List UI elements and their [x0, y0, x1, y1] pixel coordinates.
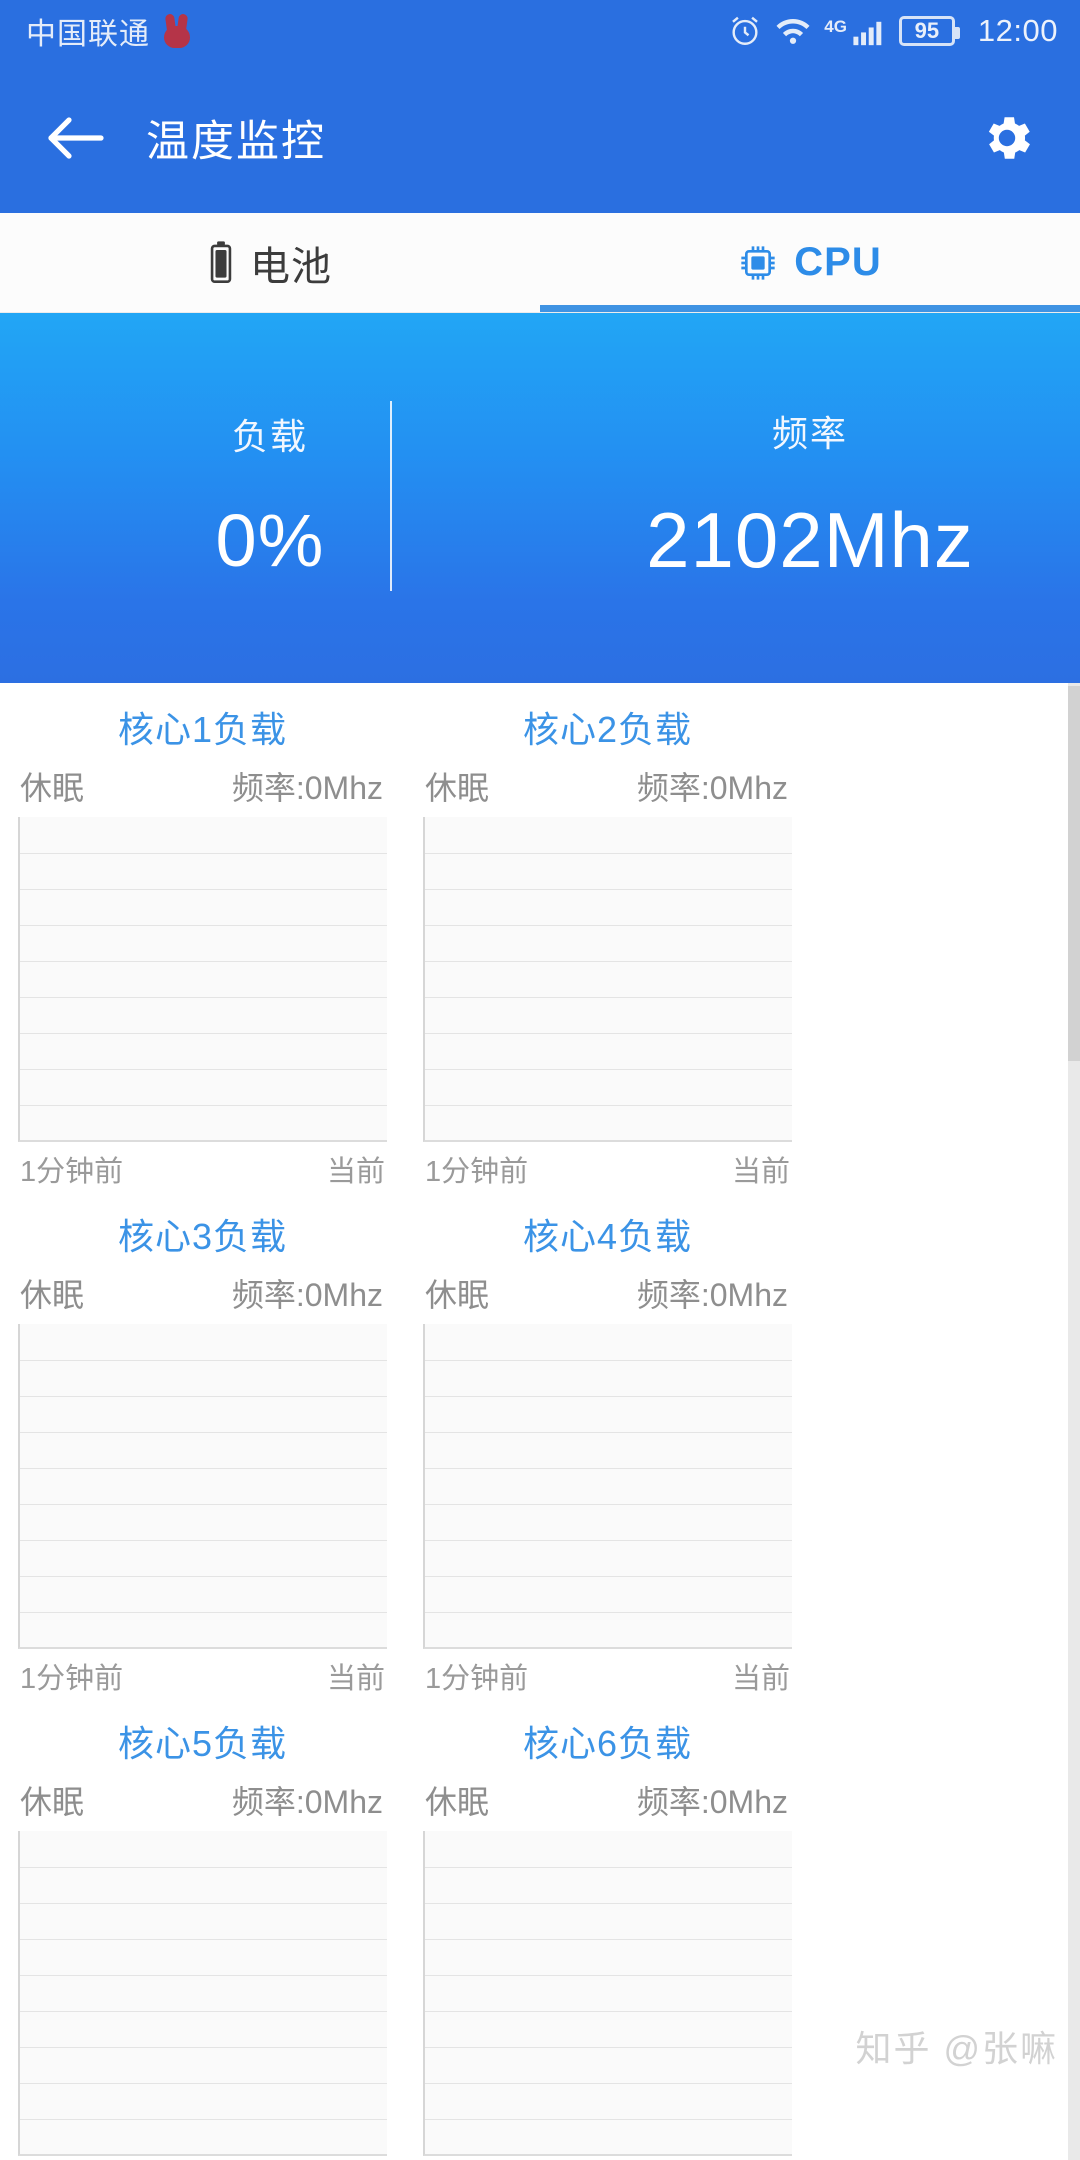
alarm-clock-icon — [732, 16, 759, 45]
core-list-scroll-area[interactable]: 核心1负载 休眠 频率:0Mhz 1分钟前 当前 核心2负载 休眠 频率:0Mhz 1分钟前 当前… — [0, 683, 1068, 2160]
core-frequency-label: 频率:0Mhz — [231, 1277, 383, 1313]
core-card: 核心6负载休眠 频率:0Mhz 1分钟前当前 — [405, 1697, 810, 2160]
core-load-chart — [423, 1324, 792, 1649]
core-card: 核心3负载 休眠 频率:0Mhz 1分钟前 当前 — [0, 1190, 405, 1697]
cpu-chip-icon — [741, 245, 775, 280]
core-card-meta: 休眠 频率:0Mhz — [423, 1777, 792, 1831]
core-chart-axis: 1分钟前 当前 — [423, 1649, 792, 1697]
core-frequency-label: 频率:0Mhz — [636, 1784, 788, 1820]
status-bar: 中国联通 4G 95 12:00 — [0, 0, 1080, 62]
core-card-title: 核心5负载 — [117, 1723, 288, 1764]
axis-label-end: 当前 — [731, 1156, 790, 1188]
core-row: 核心5负载休眠频率:0Mhz1分钟前当前核心6负载休眠频率:0Mhz1分钟前当前 — [0, 1697, 1068, 2160]
core-card: 核心4负载 休眠 频率:0Mhz 1分钟前 当前 — [405, 1190, 810, 1697]
signal-bars-icon — [853, 21, 882, 46]
axis-label-end: 当前 — [731, 1663, 790, 1695]
core-chart-axis: 1分钟前当前 — [423, 2156, 792, 2160]
cpu-summary-panel: 负载 0% 频率 2102Mhz — [0, 313, 1080, 683]
battery-icon — [210, 240, 232, 283]
core-card-title: 核心2负载 — [522, 709, 693, 750]
core-load-chart — [423, 817, 792, 1142]
core-card-meta: 休眠 频率:0Mhz — [18, 763, 387, 817]
core-card-meta: 休眠 频率:0Mhz — [423, 763, 792, 817]
scrollbar-thumb[interactable] — [1068, 686, 1080, 1061]
axis-label-start: 1分钟前 — [425, 1663, 529, 1695]
page-title: 温度监控 — [146, 117, 326, 166]
wifi-icon — [776, 19, 810, 44]
rabbit-icon — [162, 13, 192, 48]
core-chart-axis: 1分钟前 当前 — [423, 1142, 792, 1190]
clock-label: 12:00 — [977, 13, 1058, 48]
core-frequency-label: 频率:0Mhz — [636, 770, 788, 806]
tab-cpu-label: CPU — [794, 240, 882, 284]
core-card: 核心2负载 休眠 频率:0Mhz 1分钟前 当前 — [405, 683, 810, 1190]
back-button[interactable] — [38, 101, 112, 175]
core-state-label: 休眠 — [425, 770, 490, 806]
app-bar: 温度监控 — [0, 62, 1080, 213]
tab-battery-label: 电池 — [250, 244, 332, 289]
axis-label-start: 1分钟前 — [425, 1156, 529, 1188]
core-frequency-label: 频率:0Mhz — [231, 770, 383, 806]
core-state-label: 休眠 — [20, 1277, 85, 1313]
axis-label-end: 当前 — [326, 1156, 385, 1188]
settings-button[interactable] — [970, 101, 1044, 175]
summary-frequency-value: 2102Mhz — [646, 495, 974, 584]
tab-battery[interactable]: 电池 — [0, 213, 540, 312]
app-root: 中国联通 4G 95 12:00 温度监控 电池 CPU 负载 0% 频率 21… — [0, 0, 1080, 2160]
core-load-chart — [423, 1831, 792, 2156]
core-chart-axis: 1分钟前 当前 — [18, 1142, 387, 1190]
network-type-label: 4G — [824, 17, 847, 36]
summary-divider — [390, 401, 392, 591]
core-load-chart — [18, 1831, 387, 2156]
core-state-label: 休眠 — [20, 770, 85, 806]
summary-load-value: 0% — [215, 498, 325, 582]
summary-frequency: 频率 2102Mhz — [540, 313, 1080, 683]
core-card-title: 核心4负载 — [522, 1216, 693, 1257]
core-card-meta: 休眠 频率:0Mhz — [18, 1270, 387, 1324]
core-row: 核心3负载 休眠 频率:0Mhz 1分钟前 当前 核心4负载 休眠 频率:0Mhz 1分钟前 当前 — [0, 1190, 1068, 1697]
core-load-chart — [18, 817, 387, 1142]
core-load-chart — [18, 1324, 387, 1649]
core-frequency-label: 频率:0Mhz — [636, 1277, 788, 1313]
core-state-label: 休眠 — [20, 1784, 85, 1820]
core-grid: 核心1负载 休眠 频率:0Mhz 1分钟前 当前 核心2负载 休眠 频率:0Mhz 1分钟前 当前… — [0, 683, 1068, 2160]
core-state-label: 休眠 — [425, 1784, 490, 1820]
core-chart-axis: 1分钟前当前 — [18, 2156, 387, 2160]
tab-bar: 电池 CPU — [0, 213, 1080, 313]
core-card-title: 核心1负载 — [117, 709, 288, 750]
axis-label-end: 当前 — [326, 1663, 385, 1695]
core-card: 核心1负载 休眠 频率:0Mhz 1分钟前 当前 — [0, 683, 405, 1190]
axis-label-start: 1分钟前 — [20, 1663, 124, 1695]
summary-frequency-label: 频率 — [771, 412, 848, 454]
axis-label-start: 1分钟前 — [20, 1156, 124, 1188]
core-frequency-label: 频率:0Mhz — [231, 1784, 383, 1820]
core-state-label: 休眠 — [425, 1277, 490, 1313]
core-chart-axis: 1分钟前 当前 — [18, 1649, 387, 1697]
core-card-meta: 休眠 频率:0Mhz — [18, 1777, 387, 1831]
carrier-label: 中国联通 — [26, 18, 150, 51]
status-icons: 4G 95 12:00 — [728, 13, 1058, 49]
core-card-title: 核心6负载 — [522, 1723, 693, 1764]
core-card-meta: 休眠 频率:0Mhz — [423, 1270, 792, 1324]
battery-indicator: 95 — [898, 16, 960, 46]
gear-icon — [988, 116, 1030, 159]
summary-load: 负载 0% — [0, 313, 540, 683]
core-card-title: 核心3负载 — [117, 1216, 288, 1257]
core-row: 核心1负载 休眠 频率:0Mhz 1分钟前 当前 核心2负载 休眠 频率:0Mhz 1分钟前 当前 — [0, 683, 1068, 1190]
summary-load-label: 负载 — [231, 415, 308, 457]
core-card: 核心5负载休眠 频率:0Mhz 1分钟前当前 — [0, 1697, 405, 2160]
back-arrow-icon — [48, 116, 104, 159]
tab-active-indicator — [540, 305, 1080, 312]
battery-level-label: 95 — [914, 18, 940, 43]
tab-cpu[interactable]: CPU — [540, 213, 1080, 312]
